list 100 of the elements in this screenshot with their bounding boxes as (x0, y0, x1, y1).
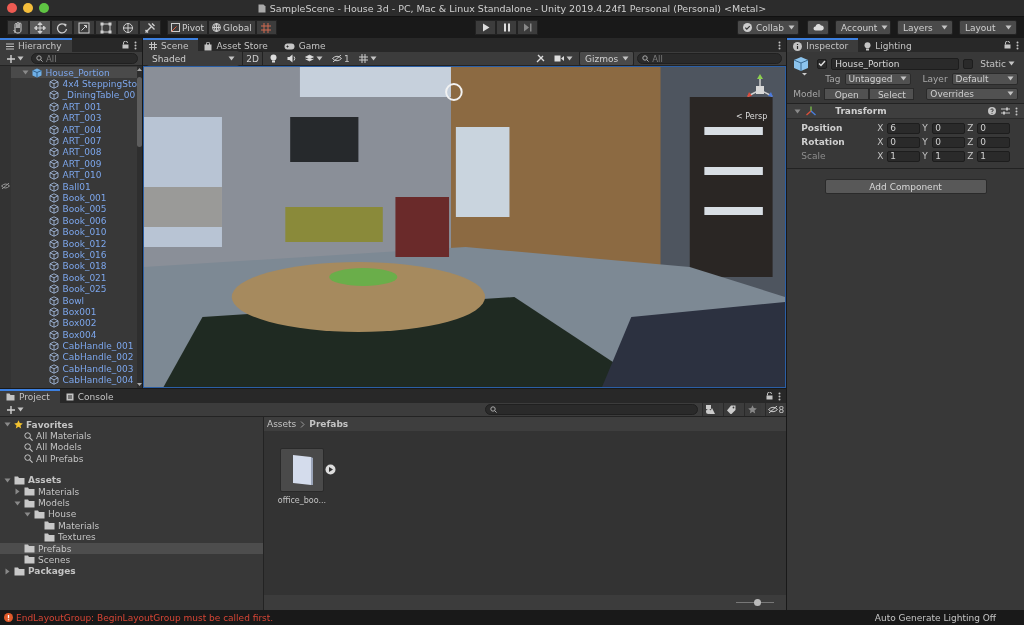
collab-dropdown[interactable]: Collab (737, 20, 799, 35)
hierarchy-tab[interactable]: Hierarchy (0, 38, 72, 52)
step-button[interactable] (517, 20, 539, 35)
number-field[interactable]: 1 (932, 150, 966, 162)
tree-row[interactable]: Prefabs (0, 542, 263, 555)
tree-row[interactable]: All Materials (0, 430, 263, 442)
static-dropdown[interactable]: Static (977, 58, 1018, 69)
hierarchy-item[interactable]: CabHandle_002 (11, 351, 137, 364)
tree-row[interactable]: Materials (0, 520, 263, 532)
hierarchy-item[interactable]: ART_008 (11, 146, 137, 159)
gizmos-dropdown[interactable]: Gizmos (579, 51, 635, 66)
asset-name[interactable]: office_boo... (277, 496, 327, 505)
expand-arrow[interactable] (3, 476, 11, 485)
error-message[interactable]: EndLayoutGroup: BeginLayoutGroup must be called first. (16, 612, 274, 623)
hierarchy-item[interactable]: 4x4 SteppingSto (11, 78, 137, 90)
hierarchy-item[interactable]: ART_009 (11, 158, 137, 170)
number-field[interactable]: 1 (887, 150, 921, 162)
scene-tab[interactable]: Scene (143, 38, 199, 52)
cloud-button[interactable] (807, 20, 829, 35)
pivot-toggle[interactable]: Pivot (167, 20, 209, 35)
tree-row[interactable]: Materials (0, 485, 263, 498)
tree-row[interactable]: House (0, 508, 263, 521)
hierarchy-item[interactable]: _DiningTable_00 (11, 89, 137, 102)
hierarchy-item[interactable]: Bowl (11, 294, 137, 307)
pause-button[interactable] (496, 20, 518, 35)
expand-arrow[interactable] (13, 499, 21, 508)
hierarchy-item[interactable]: Ball01 (11, 180, 137, 193)
hierarchy-item[interactable]: Box001 (11, 306, 137, 318)
snap-button[interactable] (255, 20, 277, 35)
tree-row[interactable]: Packages (0, 565, 263, 578)
hierarchy-item[interactable]: ART_003 (11, 112, 137, 124)
tree-row[interactable]: Favorites (0, 419, 263, 431)
expand-arrow[interactable] (13, 487, 21, 496)
number-field[interactable]: 0 (977, 122, 1011, 134)
2d-toggle[interactable]: 2D (242, 51, 263, 66)
layout-dropdown[interactable]: Layout (959, 20, 1017, 35)
hierarchy-item[interactable]: ART_010 (11, 169, 137, 181)
tool-button[interactable] (139, 20, 161, 35)
zoom-slider[interactable] (736, 599, 775, 606)
view-label[interactable]: < Persp (736, 112, 768, 121)
expand-arrow[interactable] (3, 567, 11, 576)
open-button[interactable]: Open (824, 87, 870, 100)
inspector-tab[interactable]: Lighting (858, 38, 922, 52)
hierarchy-item[interactable]: CabHandle_001 (11, 340, 137, 352)
layer-dropdown[interactable]: Default (951, 72, 1018, 85)
number-field[interactable]: 1 (977, 150, 1011, 162)
hierarchy-item[interactable]: Book_016 (11, 249, 137, 261)
hidden-objects-toggle[interactable]: 1 (329, 53, 353, 64)
hierarchy-item[interactable]: ART_004 (11, 123, 137, 136)
tree-row[interactable]: Models (0, 497, 263, 509)
tree-row[interactable]: All Prefabs (0, 453, 263, 465)
hierarchy-item[interactable]: CabHandle_003 (11, 363, 137, 375)
select-button[interactable]: Select (869, 87, 915, 100)
hierarchy-item[interactable]: Book_021 (11, 272, 137, 284)
hidden-packages-toggle[interactable]: 8 (764, 403, 787, 416)
hierarchy-item[interactable]: ART_001 (11, 101, 137, 113)
number-field[interactable]: 0 (977, 136, 1011, 148)
scene-tab[interactable]: Game (277, 38, 336, 52)
tree-row[interactable]: All Models (0, 441, 263, 454)
hierarchy-item[interactable]: Book_012 (11, 237, 137, 250)
project-tab[interactable]: Console (59, 389, 124, 403)
number-field[interactable]: 0 (932, 136, 966, 148)
overrides-dropdown[interactable]: Overrides (926, 87, 1018, 100)
hierarchy-item[interactable]: Book_001 (11, 192, 137, 204)
breadcrumb-link[interactable]: Prefabs (309, 419, 349, 429)
number-field[interactable]: 0 (932, 122, 966, 134)
hierarchy-item[interactable]: Book_005 (11, 203, 137, 216)
breadcrumb-link[interactable]: Assets (267, 419, 297, 429)
add-component-button[interactable]: Add Component (824, 179, 987, 194)
hierarchy-item[interactable]: Book_025 (11, 283, 137, 295)
play-button[interactable] (475, 20, 497, 35)
scene-tab[interactable]: Asset Store (198, 38, 278, 52)
number-field[interactable]: 6 (887, 122, 921, 134)
hierarchy-item[interactable]: Book_006 (11, 215, 137, 227)
expand-arrow[interactable] (793, 107, 802, 115)
hierarchy-item[interactable]: Box002 (11, 317, 137, 329)
shading-dropdown[interactable]: Shaded (147, 51, 239, 66)
scrollbar[interactable] (137, 66, 142, 388)
tool-button[interactable] (7, 20, 29, 35)
tool-button[interactable] (51, 20, 73, 35)
tag-dropdown[interactable]: Untagged (844, 72, 911, 85)
tool-button[interactable] (73, 20, 95, 35)
hierarchy-item[interactable]: Book_018 (11, 260, 137, 273)
project-tab[interactable]: Project (0, 389, 60, 403)
search-field[interactable] (484, 404, 698, 415)
layers-dropdown[interactable]: Layers (897, 20, 953, 35)
active-checkbox[interactable] (817, 58, 828, 69)
search-field[interactable]: All (31, 53, 138, 64)
hierarchy-item[interactable]: Book_010 (11, 226, 137, 238)
expand-arrow[interactable] (21, 68, 30, 77)
tool-button[interactable] (95, 20, 117, 35)
tree-row[interactable]: Textures (0, 531, 263, 543)
tool-button[interactable] (29, 20, 51, 35)
expand-arrow[interactable] (3, 420, 11, 429)
hierarchy-item[interactable]: Box004 (11, 329, 137, 341)
static-checkbox[interactable] (963, 58, 974, 69)
account-dropdown[interactable]: Account (835, 20, 891, 35)
number-field[interactable]: 0 (887, 136, 921, 148)
object-name-field[interactable]: House_Portion (831, 57, 960, 70)
hierarchy-item[interactable]: ART_007 (11, 135, 137, 147)
